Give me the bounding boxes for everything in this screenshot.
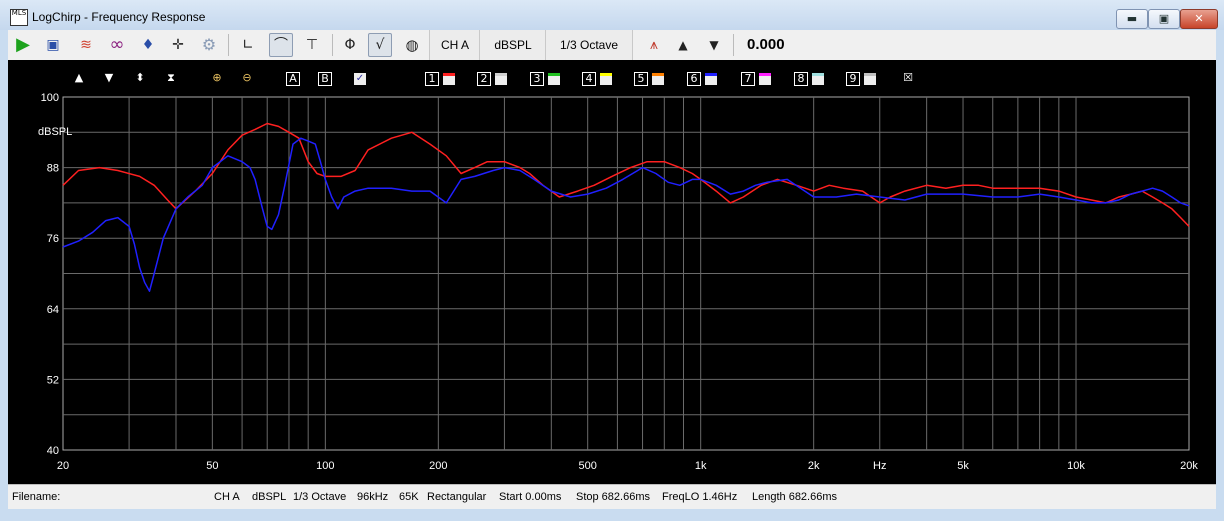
filter-curve-icon[interactable]: √ (368, 33, 392, 57)
units-selector[interactable]: dBSPL (479, 30, 547, 60)
x-tick-label: 200 (429, 460, 447, 472)
peak-marker-icon[interactable]: ⩚ (642, 33, 666, 57)
status-sample-rate: 96kHz (357, 491, 389, 503)
status-length: Length 682.66ms (752, 491, 838, 503)
smoothing-selector[interactable]: 1/3 Octave (545, 30, 633, 60)
window-bottom-border (0, 510, 1224, 521)
x-tick-label: 20k (1180, 460, 1198, 472)
y-axis-label: dBSPL (38, 126, 72, 138)
status-window: Rectangular (427, 491, 487, 503)
frequency-view-icon[interactable]: ⌒ (269, 33, 293, 57)
infinity-loop-icon[interactable]: ∞ (105, 33, 129, 57)
impulse-view-icon[interactable]: ∟ (236, 33, 260, 57)
status-bar: Filename: CH A dBSPL 1/3 Octave 96kHz 65… (8, 484, 1216, 509)
dial-meter-icon[interactable]: ◍ (400, 33, 424, 57)
y-tick-label: 88 (47, 163, 59, 175)
toolbar-separator (733, 34, 734, 56)
x-tick-label: 20 (57, 460, 69, 472)
x-tick-label: 100 (316, 460, 334, 472)
filename-label: Filename: (12, 491, 61, 503)
window-title: LogChirp - Frequency Response (32, 10, 206, 24)
toolbar-separator (228, 34, 229, 56)
maximize-button[interactable]: ▣ (1148, 9, 1180, 29)
x-tick-label: 500 (579, 460, 597, 472)
status-smoothing: 1/3 Octave (293, 491, 347, 503)
marker-phi-icon[interactable]: Φ (338, 33, 362, 57)
x-axis-label: Hz (873, 460, 886, 472)
value-readout: 0.000 (747, 36, 785, 53)
y-tick-label: 40 (47, 445, 59, 457)
status-length-samples: 65K (399, 491, 419, 503)
title-bar[interactable]: MLS LogChirp - Frequency Response ▬ ▣ ✕ (0, 0, 1224, 30)
arrow-up-icon[interactable]: ▲ (671, 33, 695, 57)
x-tick-label: 50 (206, 460, 218, 472)
toolbar-separator (332, 34, 333, 56)
y-tick-label: 76 (47, 233, 59, 245)
settings-gear-icon[interactable]: ⚙ (197, 33, 221, 57)
status-stop: Stop 682.66ms (576, 491, 650, 503)
x-tick-label: 1k (695, 460, 707, 472)
status-start: Start 0.00ms (499, 491, 562, 503)
status-freqlo: FreqLO 1.46Hz (662, 491, 738, 503)
close-button[interactable]: ✕ (1180, 9, 1218, 29)
arrow-down-icon[interactable]: ▼ (702, 33, 726, 57)
app-logo-icon: MLS (10, 9, 28, 26)
run-play-icon[interactable]: ▶ (11, 33, 35, 57)
app-window: MLS LogChirp - Frequency Response ▬ ▣ ✕ … (0, 0, 1224, 521)
waterfall-icon[interactable]: ≋ (74, 33, 98, 57)
x-tick-label: 5k (957, 460, 969, 472)
y-tick-label: 64 (47, 304, 59, 316)
status-units: dBSPL (252, 491, 287, 503)
x-tick-label: 10k (1067, 460, 1085, 472)
phase-view-icon[interactable]: ⊤ (300, 33, 324, 57)
y-tick-label: 100 (41, 92, 59, 104)
channel-selector[interactable]: CH A (429, 30, 481, 60)
x-tick-label: 2k (808, 460, 820, 472)
save-disk-icon[interactable]: ▣ (41, 33, 65, 57)
crosshair-icon[interactable]: ✛ (166, 33, 190, 57)
status-channel: CH A (214, 491, 240, 503)
minimize-button[interactable]: ▬ (1116, 9, 1148, 29)
main-toolbar: ▶ ▣ ≋ ∞ ♦ ✛ ⚙ ∟ ⌒ ⊤ Φ √ ◍ CH A dBSPL 1/3… (8, 30, 1216, 61)
microphone-icon[interactable]: ♦ (136, 33, 160, 57)
frequency-response-chart[interactable]: 100 88 76 64 52 40 20 50 100 200 500 1k 2k 5k 10k 20k Hz… (8, 60, 1216, 484)
plot-panel: ▲ ▼ ⬍ ⧗ ⊕ ⊖ A B 1 2 3 4 5 6 7 8 9 ✓ ☒ 100 88 76 64 52 40… (8, 60, 1216, 484)
y-tick-label: 52 (47, 374, 59, 386)
